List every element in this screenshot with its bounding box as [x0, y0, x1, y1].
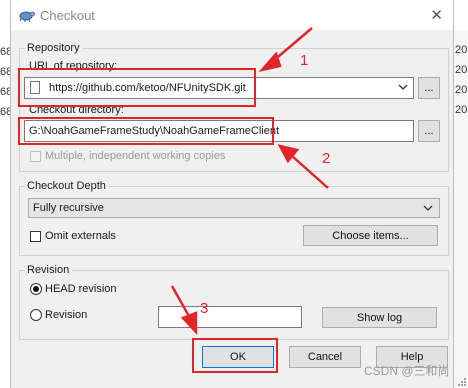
annotation-arrows [170, 27, 329, 336]
annotation-number-1: 1 [300, 52, 309, 69]
arrow-1-head [258, 51, 282, 73]
annotation-number-3: 3 [200, 300, 209, 317]
annotation-number-2: 2 [322, 150, 331, 167]
resize-grip-icon[interactable] [456, 376, 466, 386]
arrow-3-head [180, 311, 198, 336]
watermark: CSDN @三和尚 [364, 364, 450, 378]
arrow-3 [170, 285, 192, 319]
